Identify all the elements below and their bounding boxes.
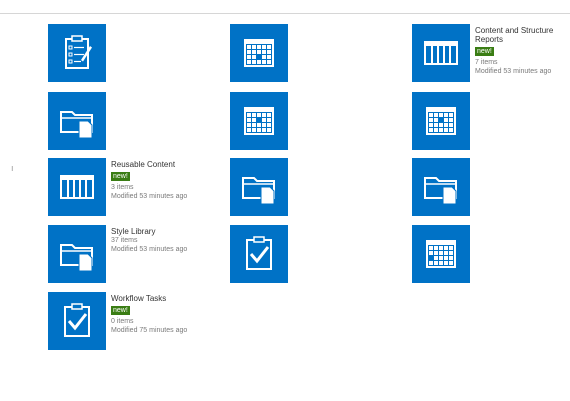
app-tile-workflow-tasks[interactable] <box>48 292 106 350</box>
app-tile-calendar[interactable] <box>230 92 288 150</box>
new-badge: new! <box>475 47 494 56</box>
calendar-icon <box>426 240 456 268</box>
app-tile-reusable-content[interactable] <box>48 158 106 216</box>
app-title-link[interactable]: Style Library <box>111 227 203 236</box>
new-badge: new! <box>111 172 130 181</box>
app-tile-calendar[interactable] <box>412 225 470 283</box>
tasks-checklist-icon <box>65 35 92 69</box>
item-count: 3 items <box>111 184 134 191</box>
stray-mark: ı <box>11 163 14 173</box>
folder-document-icon <box>60 111 93 139</box>
app-tile-tasks[interactable] <box>230 225 288 283</box>
app-tile-tasks[interactable] <box>48 24 106 82</box>
app-info-content-structure-reports: Content and Structure Reports new! 7 ite… <box>475 26 567 76</box>
calendar-icon <box>426 107 456 135</box>
app-tile-content-structure-reports[interactable] <box>412 24 470 82</box>
app-title-link[interactable]: Content and Structure Reports <box>475 26 567 44</box>
app-tile-calendar[interactable] <box>230 24 288 82</box>
modified-time: Modified 75 minutes ago <box>111 327 188 334</box>
list-icon <box>60 175 94 199</box>
app-title-link[interactable]: Workflow Tasks <box>111 294 203 303</box>
app-tile-calendar[interactable] <box>412 92 470 150</box>
folder-document-icon <box>242 177 275 205</box>
header-divider <box>0 13 570 14</box>
calendar-icon <box>244 107 274 135</box>
item-count: 37 items <box>111 237 138 244</box>
app-tile-folder[interactable] <box>48 92 106 150</box>
app-info-reusable-content: Reusable Content new! 3 items Modified 5… <box>111 160 203 201</box>
folder-document-icon <box>424 177 457 205</box>
task-clipboard-icon <box>64 303 90 337</box>
new-badge: new! <box>111 306 130 315</box>
modified-time: Modified 53 minutes ago <box>111 246 188 253</box>
modified-time: Modified 53 minutes ago <box>475 68 552 75</box>
modified-time: Modified 53 minutes ago <box>111 193 188 200</box>
folder-document-icon <box>60 244 93 272</box>
task-clipboard-icon <box>246 236 272 270</box>
calendar-icon <box>244 39 274 67</box>
app-tile-folder[interactable] <box>230 158 288 216</box>
app-title-link[interactable]: Reusable Content <box>111 160 203 169</box>
item-count: 0 items <box>111 318 134 325</box>
app-tile-style-library[interactable] <box>48 225 106 283</box>
app-info-style-library: Style Library 37 items Modified 53 minut… <box>111 227 203 254</box>
app-tile-folder[interactable] <box>412 158 470 216</box>
list-icon <box>424 41 458 65</box>
app-info-workflow-tasks: Workflow Tasks new! 0 items Modified 75 … <box>111 294 203 335</box>
item-count: 7 items <box>475 59 498 66</box>
